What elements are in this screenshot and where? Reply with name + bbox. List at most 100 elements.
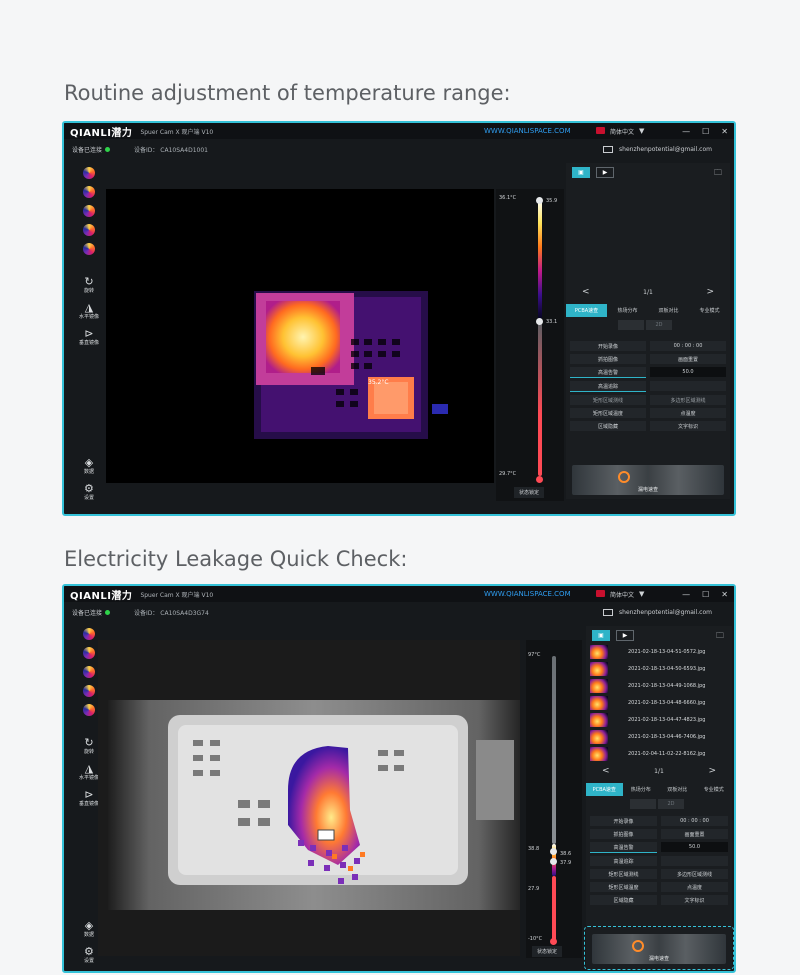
tab-heat-distribution[interactable]: 热场分布 xyxy=(623,783,660,796)
view-3d-option[interactable] xyxy=(618,320,644,330)
control-button[interactable]: 点温度 xyxy=(661,882,728,892)
control-button[interactable]: 区域隐藏 xyxy=(570,421,646,431)
thermal-view[interactable]: 35.2°C xyxy=(106,189,494,483)
next-page-button[interactable]: > xyxy=(706,287,714,297)
prev-page-button[interactable]: < xyxy=(602,766,610,776)
palette-medical-icon[interactable] xyxy=(83,704,95,716)
language-dropdown-icon[interactable]: ▼ xyxy=(639,590,644,598)
control-button[interactable]: 高温告警 xyxy=(590,842,657,853)
control-button[interactable] xyxy=(661,856,728,866)
control-button[interactable]: 多边形区域测线 xyxy=(661,869,728,879)
palette-whitehot-icon[interactable] xyxy=(83,666,95,678)
control-button[interactable]: 高温告警 xyxy=(570,367,646,378)
minimize-button[interactable]: — xyxy=(682,590,690,599)
palette-lava-icon[interactable] xyxy=(83,224,95,236)
control-button[interactable]: 多边形区域测线 xyxy=(650,395,726,405)
palette-ironbow-icon[interactable] xyxy=(83,167,95,179)
list-item[interactable]: 2021-02-18-13-04-47-4823.jpg xyxy=(590,711,728,728)
website-link[interactable]: WWW.QIANLISPACE.COM xyxy=(484,127,571,135)
view-2d-option[interactable]: 2D xyxy=(658,799,684,809)
palette-rainbow-icon[interactable] xyxy=(83,647,95,659)
palette-whitehot-icon[interactable] xyxy=(83,205,95,217)
minimize-button[interactable]: — xyxy=(682,127,690,136)
control-button[interactable]: 矩形区域温度 xyxy=(590,882,657,892)
data-button[interactable]: ◈ 数据 xyxy=(84,920,94,938)
control-button[interactable]: 点温度 xyxy=(650,408,726,418)
lock-state-button[interactable]: 状态锁定 xyxy=(532,946,563,957)
data-button[interactable]: ◈ 数据 xyxy=(84,457,94,475)
control-button[interactable]: 矩形区域温度 xyxy=(570,408,646,418)
control-button[interactable]: 区域隐藏 xyxy=(590,895,657,905)
scale-bottom-handle[interactable] xyxy=(550,938,557,945)
list-item[interactable]: 2021-02-18-13-04-48-6660.jpg xyxy=(590,694,728,711)
rotate-button[interactable]: ↻ 旋转 xyxy=(84,276,94,294)
upper-range-handle[interactable] xyxy=(550,848,557,855)
language-select[interactable]: 简体中文 xyxy=(610,127,634,136)
maximize-button[interactable]: ☐ xyxy=(702,127,709,136)
tab-heat-distribution[interactable]: 热场分布 xyxy=(607,304,648,317)
scale-bottom-handle[interactable] xyxy=(536,476,543,483)
control-button[interactable]: 画面重置 xyxy=(650,354,726,364)
next-page-button[interactable]: > xyxy=(708,766,716,776)
list-item[interactable]: 2021-02-18-13-04-49-1068.jpg xyxy=(590,677,728,694)
control-button[interactable]: 文字标识 xyxy=(650,421,726,431)
control-button[interactable] xyxy=(650,381,726,391)
palette-ironbow-icon[interactable] xyxy=(83,628,95,640)
settings-button[interactable]: ⚙ 设置 xyxy=(84,946,94,964)
maximize-button[interactable]: ☐ xyxy=(702,590,709,599)
view-3d-option[interactable] xyxy=(630,799,656,809)
lock-state-button[interactable]: 状态锁定 xyxy=(514,487,545,498)
list-item[interactable]: 2021-02-18-13-04-51-0572.jpg xyxy=(590,643,728,660)
settings-button[interactable]: ⚙ 设置 xyxy=(84,483,94,501)
control-button[interactable]: 50.0 xyxy=(661,842,728,852)
lower-range-handle[interactable] xyxy=(536,318,543,325)
horizontal-mirror-button[interactable]: ◮ 水平镜像 xyxy=(79,302,99,320)
vertical-mirror-button[interactable]: ⊳ 垂直镜像 xyxy=(79,328,99,346)
rotate-button[interactable]: ↻ 旋转 xyxy=(84,737,94,755)
close-button[interactable]: ✕ xyxy=(721,127,728,136)
vertical-mirror-button[interactable]: ⊳ 垂直镜像 xyxy=(79,789,99,807)
language-dropdown-icon[interactable]: ▼ xyxy=(639,127,644,135)
lower-range-handle[interactable] xyxy=(550,858,557,865)
control-button[interactable]: 开始录像 xyxy=(590,816,657,826)
control-button[interactable]: 50.0 xyxy=(650,367,726,377)
control-button[interactable]: 高温追踪 xyxy=(570,381,646,392)
website-link[interactable]: WWW.QIANLISPACE.COM xyxy=(484,590,571,598)
language-select[interactable]: 简体中文 xyxy=(610,590,634,599)
tab-pcba-quick[interactable]: PCBA速查 xyxy=(566,304,607,317)
tab-pro-mode[interactable]: 专业模式 xyxy=(696,783,733,796)
palette-medical-icon[interactable] xyxy=(83,243,95,255)
folder-icon[interactable]: 🗀 xyxy=(714,167,722,181)
horizontal-mirror-button[interactable]: ◮ 水平镜像 xyxy=(79,763,99,781)
list-item[interactable]: 2021-02-04-11-02-22-8162.jpg xyxy=(590,745,728,762)
video-tab[interactable]: ▶ xyxy=(596,167,614,178)
close-button[interactable]: ✕ xyxy=(721,590,728,599)
palette-lava-icon[interactable] xyxy=(83,685,95,697)
list-item[interactable]: 2021-02-18-13-04-46-7406.jpg xyxy=(590,728,728,745)
control-button[interactable]: 画面重置 xyxy=(661,829,728,839)
palette-rainbow-icon[interactable] xyxy=(83,186,95,198)
upper-range-handle[interactable] xyxy=(536,197,543,204)
video-tab[interactable]: ▶ xyxy=(616,630,634,641)
leakage-check-banner[interactable]: 漏电速查 xyxy=(572,465,724,495)
control-button[interactable]: 矩形区域测线 xyxy=(590,869,657,879)
tab-pcba-quick[interactable]: PCBA速查 xyxy=(586,783,623,796)
prev-page-button[interactable]: < xyxy=(582,287,590,297)
thermal-view[interactable] xyxy=(98,640,520,956)
control-button[interactable]: 开始录像 xyxy=(570,341,646,351)
control-button[interactable]: 抓拍图像 xyxy=(570,354,646,364)
control-button[interactable]: 00 : 00 : 00 xyxy=(650,341,726,351)
control-button[interactable]: 高温追踪 xyxy=(590,856,657,866)
view-2d-option[interactable]: 2D xyxy=(646,320,672,330)
control-button[interactable]: 文字标识 xyxy=(661,895,728,905)
folder-icon[interactable]: 🗀 xyxy=(716,630,724,644)
tab-dual-compare[interactable]: 双板对比 xyxy=(659,783,696,796)
control-button[interactable]: 抓拍图像 xyxy=(590,829,657,839)
list-item[interactable]: 2021-02-18-13-04-50-6593.jpg xyxy=(590,660,728,677)
tab-pro-mode[interactable]: 专业模式 xyxy=(689,304,730,317)
image-tab[interactable]: ▣ xyxy=(592,630,610,641)
control-button[interactable]: 矩形区域测线 xyxy=(570,395,646,405)
control-button[interactable]: 00 : 00 : 00 xyxy=(661,816,728,826)
tab-dual-compare[interactable]: 双板对比 xyxy=(648,304,689,317)
image-tab[interactable]: ▣ xyxy=(572,167,590,178)
